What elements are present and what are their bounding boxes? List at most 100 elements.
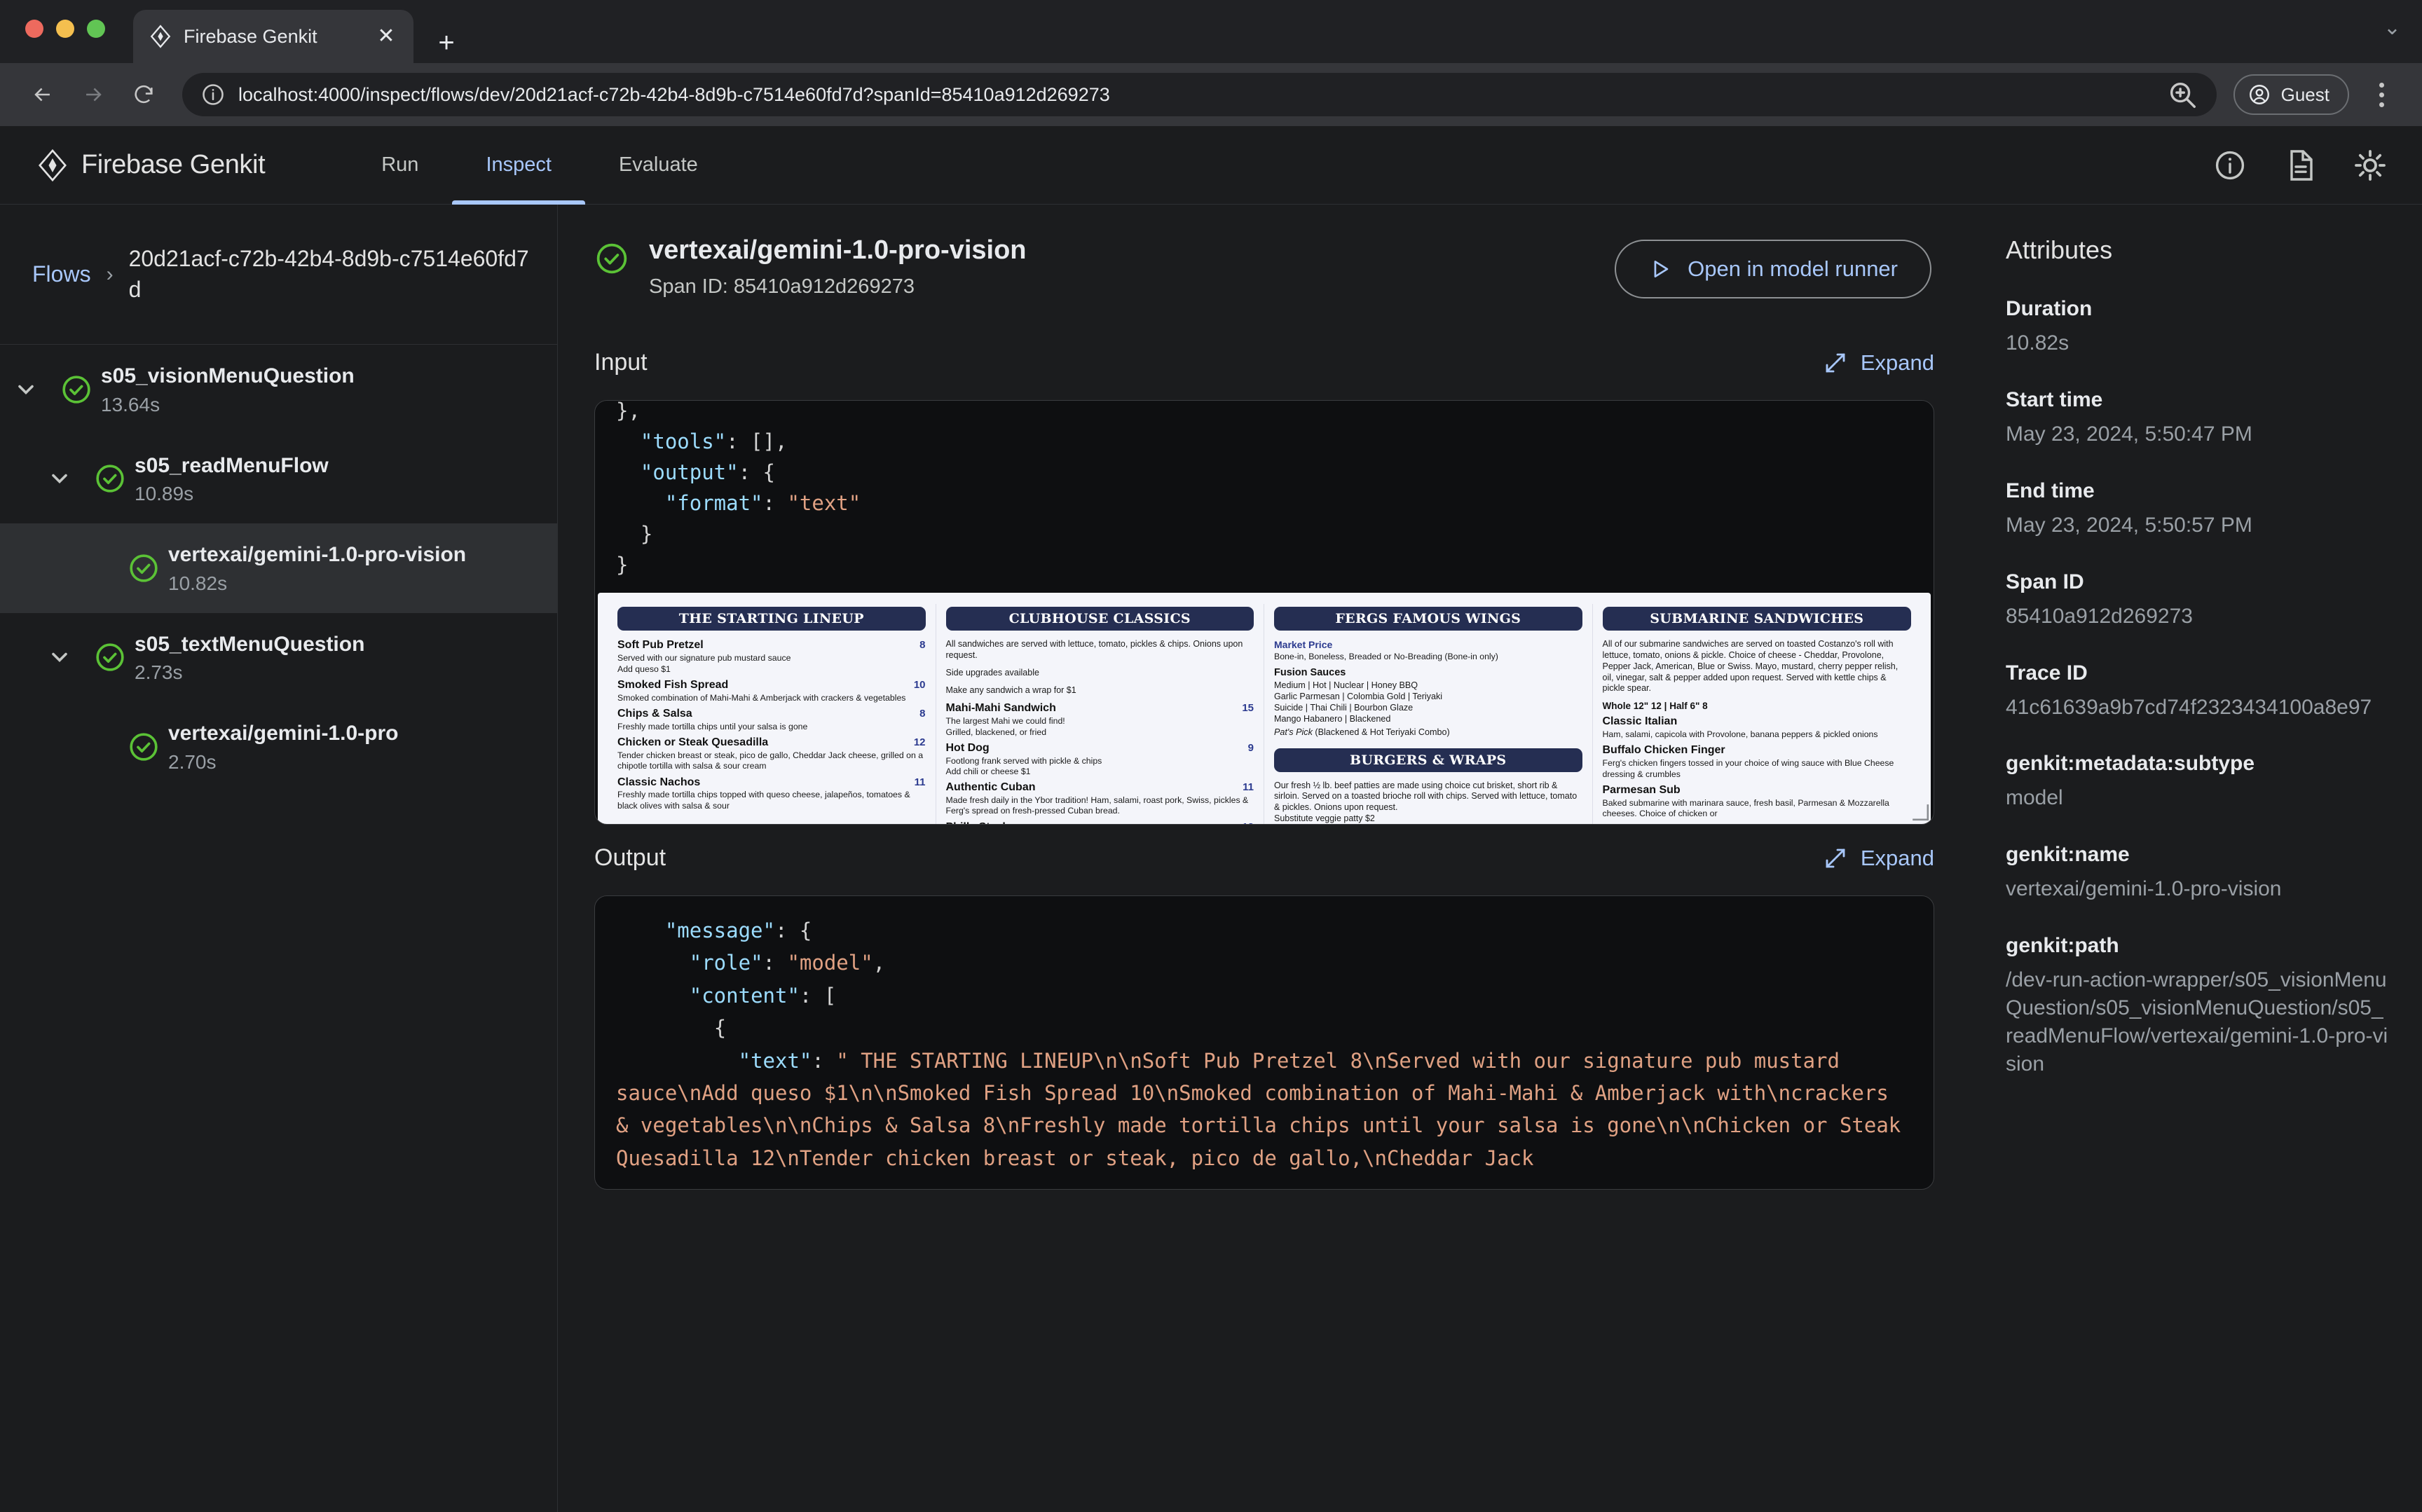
input-title: Input <box>594 349 648 376</box>
menu-item-price: 10 <box>914 679 926 691</box>
back-button[interactable] <box>21 73 64 116</box>
span-node-label: vertexai/gemini-1.0-pro <box>168 720 398 747</box>
attribute-value: vertexai/gemini-1.0-pro-vision <box>2006 875 2388 903</box>
code-token: { <box>616 1016 726 1040</box>
attribute-row: Trace ID41c61639a9b7cd74f2323434100a8e97 <box>2006 661 2388 722</box>
attribute-value: May 23, 2024, 5:50:47 PM <box>2006 420 2388 448</box>
span-tree-node[interactable]: s05_textMenuQuestion 2.73s <box>0 613 557 703</box>
genkit-favicon-icon <box>149 25 172 48</box>
menu-item-desc: Ferg's chicken fingers tossed in your ch… <box>1603 758 1912 779</box>
new-tab-button[interactable]: + <box>430 31 463 63</box>
menu-section-banner: CLUBHOUSE CLASSICS <box>946 607 1254 631</box>
attribute-value: 85410a912d269273 <box>2006 603 2388 631</box>
menu-section-banner: FERGS FAMOUS WINGS <box>1274 607 1582 631</box>
browser-tab[interactable]: Firebase Genkit ✕ <box>133 10 413 63</box>
code-token: : { <box>775 919 812 942</box>
menu-item: Parmesan Sub <box>1603 784 1912 797</box>
output-code-box[interactable]: "message": { "role": "model", "content":… <box>594 895 1934 1190</box>
forward-button[interactable] <box>71 73 115 116</box>
attribute-value: model <box>2006 784 2388 812</box>
chevron-down-icon[interactable] <box>34 645 85 670</box>
code-token: "message" <box>665 919 775 942</box>
profile-label: Guest <box>2281 84 2329 106</box>
attribute-value: May 23, 2024, 5:50:57 PM <box>2006 511 2388 539</box>
input-code: }, "tools": [], "output": { "format": "t… <box>595 400 1934 580</box>
status-success-icon <box>85 462 135 495</box>
chevron-down-icon[interactable]: ⌄ <box>2383 15 2401 40</box>
span-detail: vertexai/gemini-1.0-pro-vision Span ID: … <box>558 205 1973 1512</box>
menu-item-price: 11 <box>915 776 926 788</box>
minimize-window-button[interactable] <box>56 20 74 38</box>
zoom-icon[interactable] <box>2166 78 2198 111</box>
output-section-header: Output Expand <box>594 825 1934 895</box>
expand-input-button[interactable]: Expand <box>1823 350 1934 376</box>
code-token: : <box>763 491 788 515</box>
menu-item-name: Philly Steak <box>946 821 1009 825</box>
info-icon[interactable] <box>2213 149 2247 182</box>
code-token <box>616 984 690 1008</box>
span-node-label: s05_visionMenuQuestion <box>101 363 355 390</box>
menu-item-name: Buffalo Chicken Finger <box>1603 744 1725 757</box>
menu-item-name: Mahi-Mahi Sandwich <box>946 702 1056 715</box>
status-success-icon <box>85 641 135 673</box>
attribute-row: Span ID85410a912d269273 <box>2006 570 2388 631</box>
close-tab-icon[interactable]: ✕ <box>374 25 398 48</box>
input-code-box[interactable]: }, "tools": [], "output": { "format": "t… <box>594 400 1934 825</box>
code-token <box>616 460 641 484</box>
menu-item: Hot Dog9 <box>946 742 1254 755</box>
breadcrumb-flows-link[interactable]: Flows <box>32 261 91 287</box>
genkit-logo-icon <box>36 149 69 181</box>
window-traffic-lights[interactable] <box>25 20 105 38</box>
status-success-icon <box>119 731 168 763</box>
open-in-model-runner-button[interactable]: Open in model runner <box>1615 240 1931 298</box>
status-success-icon <box>119 552 168 584</box>
status-success-icon <box>52 373 101 406</box>
expand-output-button[interactable]: Expand <box>1823 846 1934 871</box>
status-success-icon <box>594 241 629 280</box>
profile-button[interactable]: Guest <box>2233 74 2349 115</box>
reload-button[interactable] <box>122 73 165 116</box>
span-node-label: s05_textMenuQuestion <box>135 631 364 658</box>
menu-intro-text: All sandwiches are served with lettuce, … <box>946 639 1254 661</box>
menu-item-desc: Footlong frank served with pickle & chip… <box>946 756 1254 777</box>
menu-item-name: Smoked Fish Spread <box>617 679 728 692</box>
span-tree-node[interactable]: s05_readMenuFlow 10.89s <box>0 434 557 524</box>
menu-item: Classic Italian <box>1603 715 1912 728</box>
menu-item-price: 15 <box>1242 702 1254 714</box>
attribute-key: End time <box>2006 479 2388 503</box>
span-tree-node[interactable]: s05_visionMenuQuestion 13.64s <box>0 345 557 434</box>
menu-item-name: Classic Italian <box>1603 715 1678 728</box>
browser-menu-icon[interactable] <box>2362 73 2401 116</box>
site-info-icon[interactable] <box>200 82 226 107</box>
maximize-window-button[interactable] <box>87 20 105 38</box>
output-code: "message": { "role": "model", "content":… <box>595 896 1934 1174</box>
span-tree-node-selected[interactable]: vertexai/gemini-1.0-pro-vision 10.82s <box>0 523 557 613</box>
attribute-row: Start timeMay 23, 2024, 5:50:47 PM <box>2006 388 2388 448</box>
code-token <box>616 491 665 515</box>
code-token: "output" <box>641 460 739 484</box>
attribute-row: Duration10.82s <box>2006 297 2388 357</box>
theme-sun-icon[interactable] <box>2353 149 2387 182</box>
menu-section-banner: THE STARTING LINEUP <box>617 607 926 631</box>
span-tree-node[interactable]: vertexai/gemini-1.0-pro 2.70s <box>0 702 557 792</box>
attribute-value: /dev-run-action-wrapper/s05_visionMenuQu… <box>2006 966 2388 1078</box>
chevron-down-icon[interactable] <box>34 466 85 491</box>
menu-column: FERGS FAMOUS WINGSMarket PriceBone-in, B… <box>1264 604 1593 825</box>
app-brand[interactable]: Firebase Genkit <box>36 149 265 181</box>
tab-inspect[interactable]: Inspect <box>452 126 585 205</box>
document-icon[interactable] <box>2283 149 2317 182</box>
menu-column: SUBMARINE SANDWICHESAll of our submarine… <box>1593 604 1922 825</box>
resize-grip-icon[interactable] <box>1911 803 1929 821</box>
chevron-down-icon[interactable] <box>0 377 52 402</box>
menu-intro-text: All of our submarine sandwiches are serv… <box>1603 639 1912 694</box>
close-window-button[interactable] <box>25 20 43 38</box>
expand-icon <box>1823 350 1848 376</box>
menu-item: Soft Pub Pretzel8 <box>617 639 926 652</box>
menu-column: THE STARTING LINEUPSoft Pub Pretzel8Serv… <box>608 604 936 825</box>
tab-evaluate[interactable]: Evaluate <box>585 126 732 205</box>
code-token: }, <box>616 400 641 422</box>
address-bar[interactable]: localhost:4000/inspect/flows/dev/20d21ac… <box>182 73 2217 116</box>
tab-run[interactable]: Run <box>348 126 452 205</box>
span-node-duration: 10.82s <box>168 572 466 595</box>
menu-item-price: 12 <box>914 736 926 748</box>
